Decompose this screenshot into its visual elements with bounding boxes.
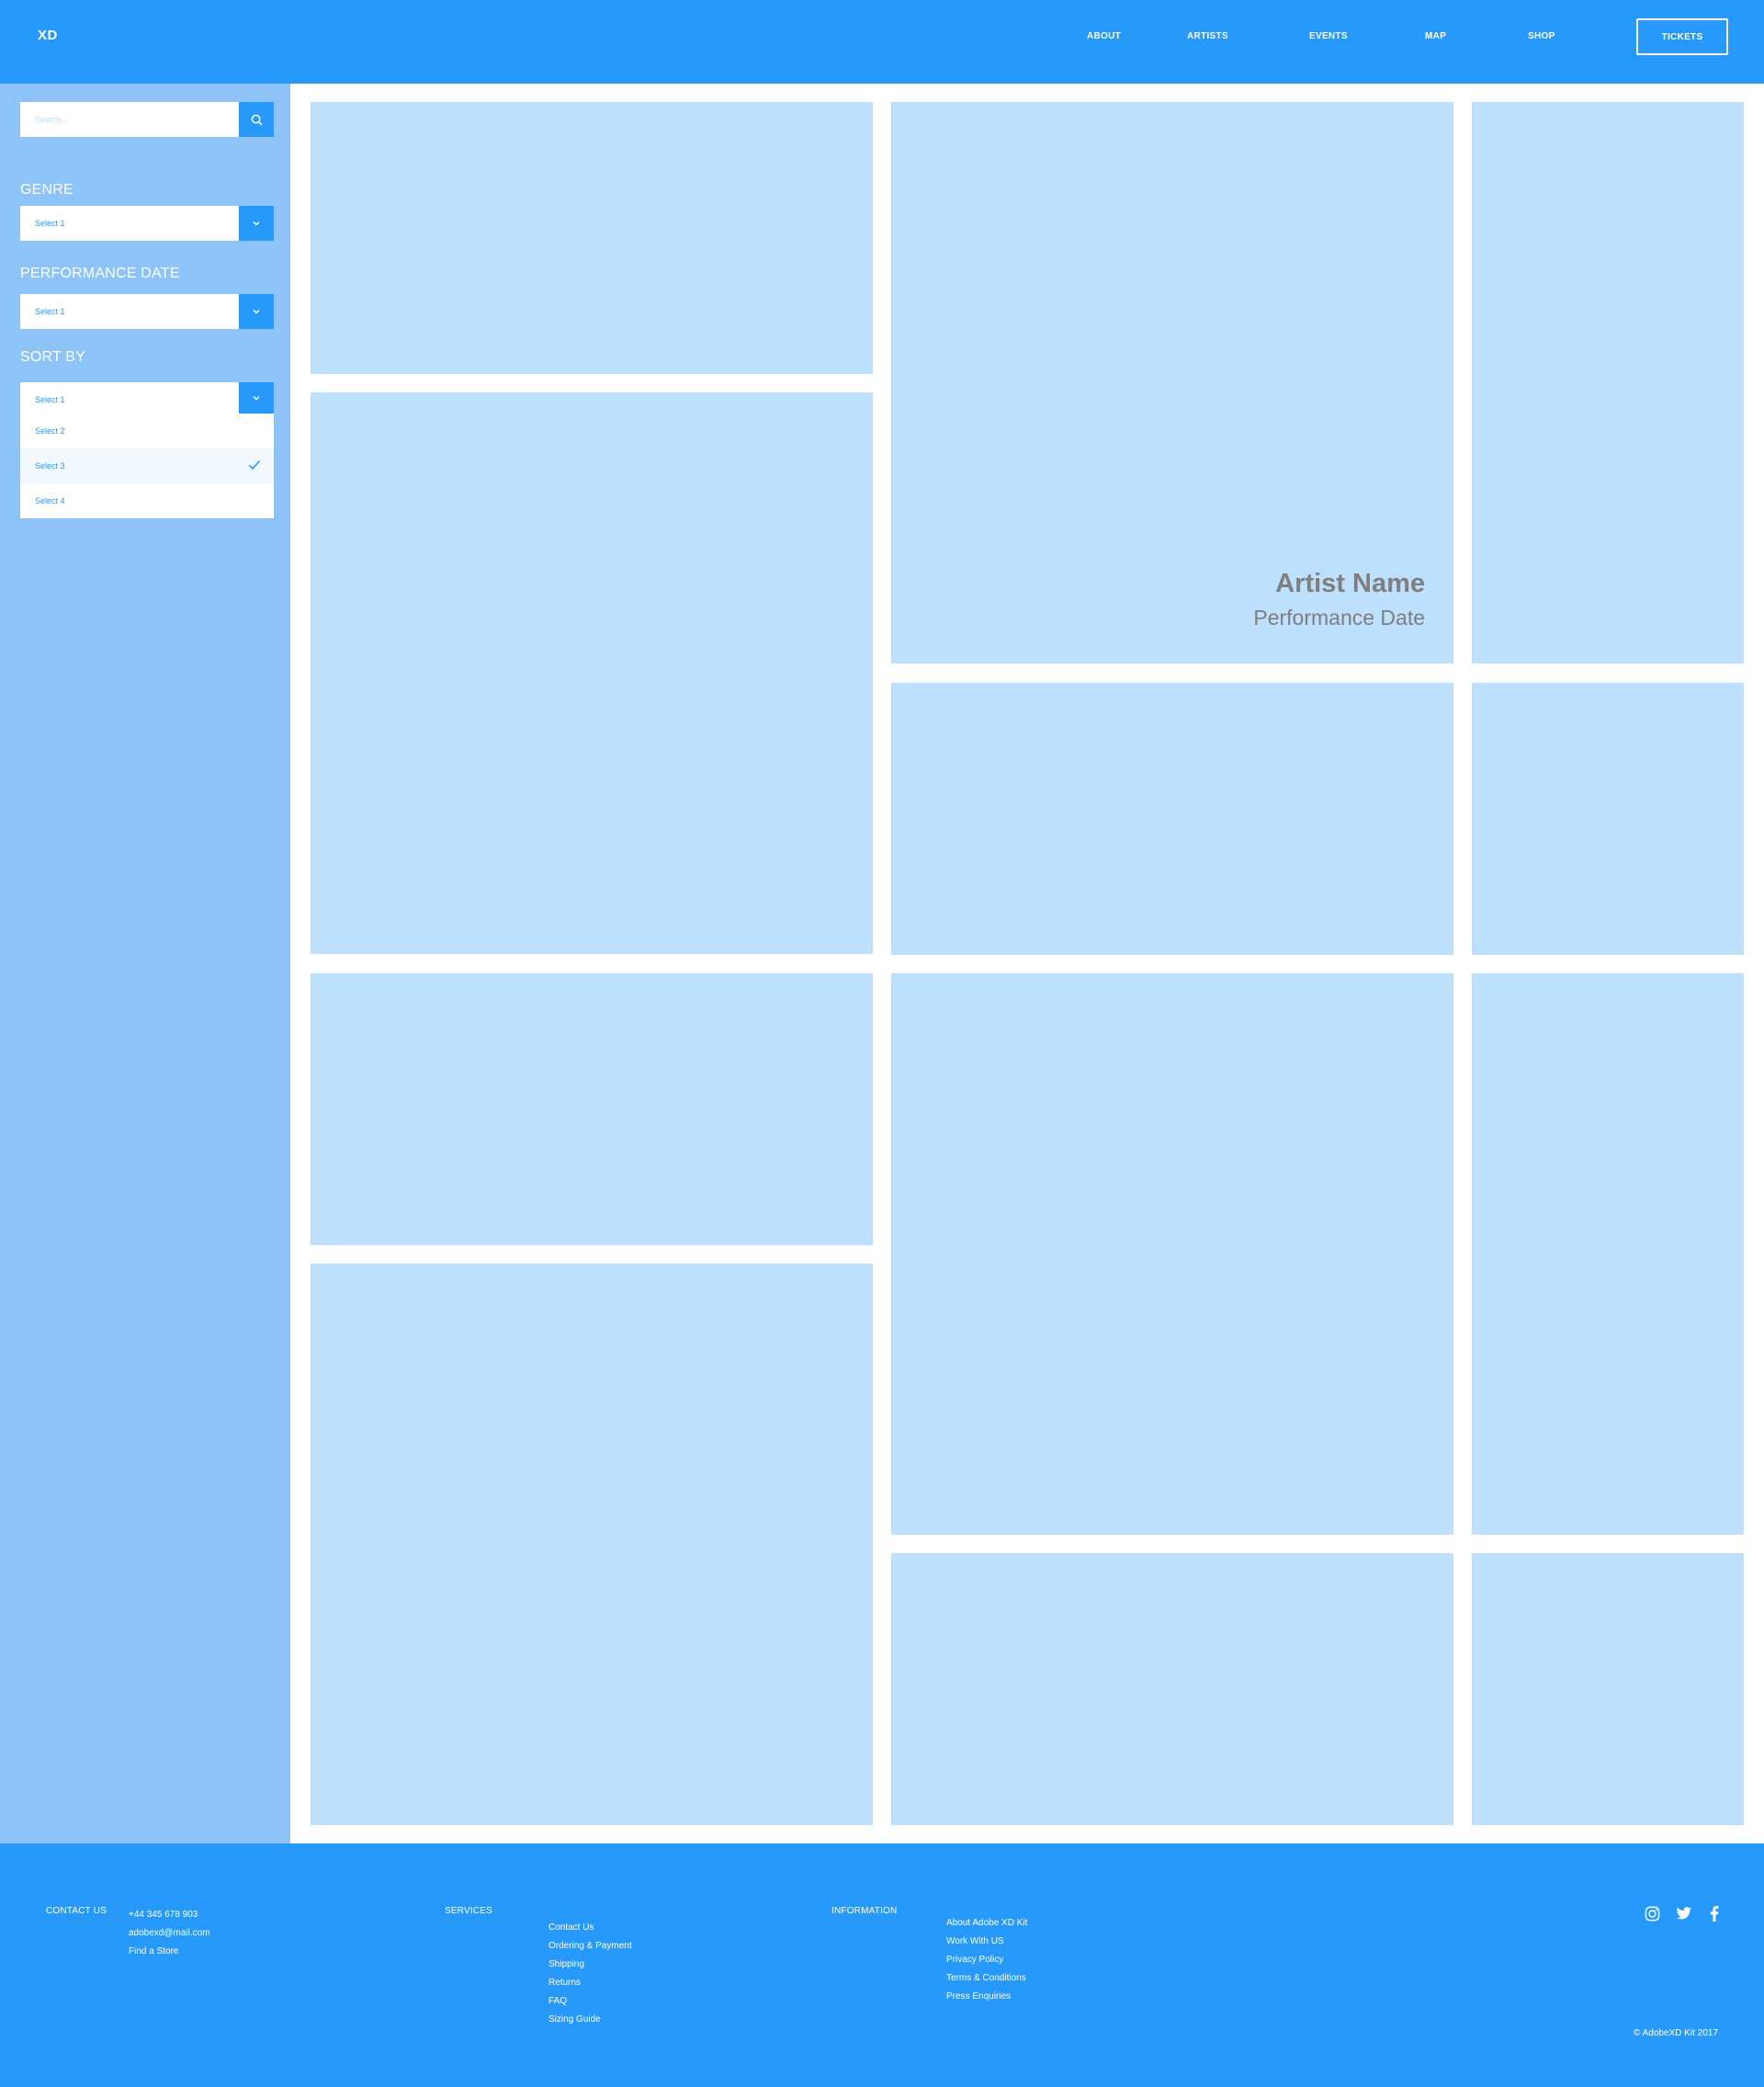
filter-sidebar: GENRE Select 1 PERFORMANCE DATE Select 1… [0, 84, 290, 1843]
find-store-link[interactable]: Find a Store [129, 1946, 178, 1957]
services-link[interactable]: Returns [548, 1978, 581, 1988]
email-link[interactable]: adobexd@mail.com [129, 1928, 210, 1938]
services-heading: SERVICES [445, 1906, 492, 1916]
sort-option-2[interactable]: Select 2 [20, 414, 274, 448]
artist-tile[interactable] [311, 392, 873, 954]
information-heading: INFORMATION [831, 1906, 898, 1916]
artist-tile[interactable] [311, 1264, 873, 1825]
nav-map[interactable]: MAP [1425, 31, 1446, 41]
artist-tile[interactable] [1472, 102, 1744, 664]
information-link[interactable]: Press Enquiries [946, 1991, 1011, 2002]
tickets-button[interactable]: TICKETS [1636, 18, 1728, 55]
genre-label: GENRE [20, 182, 74, 198]
nav-artists[interactable]: ARTISTS [1187, 31, 1228, 41]
sort-option-4[interactable]: Select 4 [20, 483, 274, 518]
artist-name: Artist Name [1275, 569, 1425, 598]
contact-heading: CONTACT US [46, 1906, 107, 1916]
artist-tile[interactable] [891, 973, 1453, 1535]
services-link[interactable]: Ordering & Payment [548, 1941, 632, 1951]
information-link[interactable]: Terms & Conditions [946, 1973, 1026, 1983]
information-link[interactable]: Privacy Policy [946, 1955, 1003, 1965]
chevron-down-icon [239, 382, 274, 414]
genre-select[interactable]: Select 1 [20, 206, 274, 241]
artist-tile[interactable] [1472, 683, 1744, 955]
services-link[interactable]: Shipping [548, 1959, 584, 1969]
sort-by-select-value: Select 1 [35, 395, 65, 404]
sort-by-select[interactable]: Select 1 [20, 382, 274, 417]
nav-events[interactable]: EVENTS [1309, 31, 1348, 41]
performance-date: Performance Date [1253, 606, 1425, 630]
sort-option-label: Select 3 [35, 461, 65, 471]
nav-shop[interactable]: SHOP [1528, 31, 1555, 41]
sort-option-label: Select 2 [35, 426, 65, 436]
services-link[interactable]: FAQ [548, 1996, 567, 2006]
performance-date-select-value: Select 1 [35, 307, 65, 316]
sort-option-label: Select 4 [35, 496, 65, 505]
instagram-icon[interactable] [1643, 1904, 1661, 1923]
genre-select-value: Select 1 [35, 219, 65, 228]
logo[interactable]: XD [38, 28, 58, 43]
phone-link[interactable]: +44 345 678 903 [129, 1910, 198, 1920]
nav-about[interactable]: ABOUT [1087, 31, 1121, 41]
sort-option-3[interactable]: Select 3 [20, 448, 274, 483]
performance-date-select[interactable]: Select 1 [20, 294, 274, 329]
top-navigation-bar: XD ABOUT ARTISTS EVENTS MAP SHOP TICKETS [0, 0, 1764, 84]
copyright: © AdobeXD Kit 2017 [1634, 2028, 1718, 2038]
performance-date-label: PERFORMANCE DATE [20, 266, 180, 281]
artist-tile[interactable] [891, 683, 1453, 955]
artist-tile[interactable] [891, 1553, 1453, 1825]
artist-tile[interactable] [311, 102, 873, 374]
artist-tile[interactable] [1472, 1553, 1744, 1825]
sort-by-label: SORT BY [20, 349, 86, 365]
search-icon [251, 114, 262, 125]
artist-tile[interactable] [311, 973, 873, 1245]
search-input[interactable] [20, 102, 239, 137]
information-link[interactable]: Work With US [946, 1936, 1004, 1946]
twitter-icon[interactable] [1675, 1904, 1693, 1923]
sort-by-dropdown-menu: Select 1 Select 2 Select 3 Select 4 [20, 382, 274, 518]
services-link[interactable]: Contact Us [548, 1923, 594, 1933]
information-link[interactable]: About Adobe XD Kit [946, 1918, 1027, 1928]
featured-artist-tile[interactable]: Artist Name Performance Date [891, 102, 1453, 664]
chevron-down-icon [239, 294, 274, 329]
chevron-down-icon [239, 206, 274, 241]
checkmark-icon [248, 459, 261, 471]
footer: CONTACT US +44 345 678 903 adobexd@mail.… [0, 1843, 1764, 2087]
search-button[interactable] [239, 102, 274, 137]
facebook-icon[interactable] [1705, 1904, 1724, 1923]
services-link[interactable]: Sizing Guide [548, 2014, 601, 2025]
artist-tile[interactable] [1472, 973, 1744, 1535]
